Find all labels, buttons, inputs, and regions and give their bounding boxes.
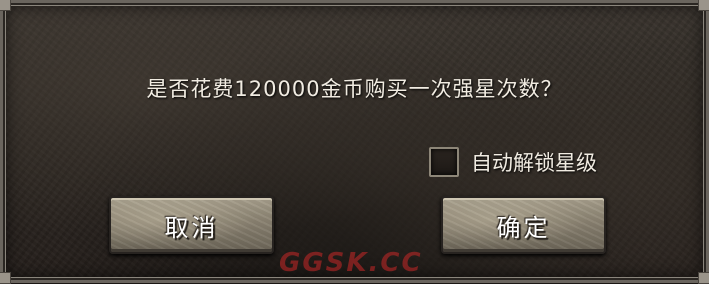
auto-unlock-toggle[interactable]: 自动解锁星级 <box>429 145 597 179</box>
frame-corner <box>0 0 11 11</box>
cancel-button-label: 取消 <box>164 213 219 242</box>
confirm-dialog: 是否花费120000金币购买一次强星次数？ 自动解锁星级 取消 确定 GGSK.… <box>0 0 709 284</box>
frame-corner <box>698 0 709 11</box>
dialog-message: 是否花费120000金币购买一次强星次数？ <box>146 77 563 101</box>
watermark: GGSK.CC <box>279 248 423 278</box>
auto-unlock-label: 自动解锁星级 <box>471 151 597 175</box>
auto-unlock-checkbox[interactable] <box>429 147 459 177</box>
confirm-button[interactable]: 确定 <box>441 196 606 254</box>
frame-corner <box>698 272 709 284</box>
frame-corner <box>0 272 11 284</box>
confirm-button-label: 确定 <box>496 213 551 242</box>
cancel-button[interactable]: 取消 <box>109 196 274 254</box>
